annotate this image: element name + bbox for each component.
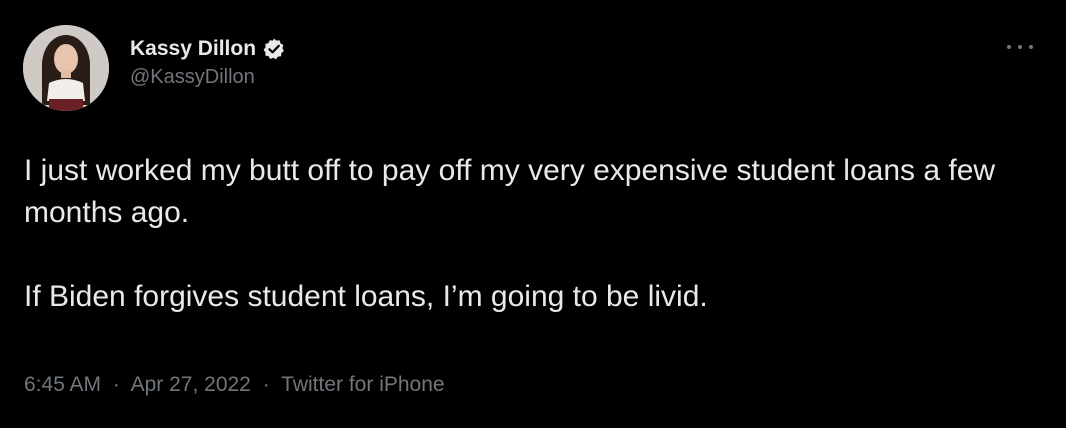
display-name[interactable]: Kassy Dillon: [130, 37, 256, 61]
tweet-paragraph: If Biden forgives student loans, I’m goi…: [24, 280, 708, 313]
tweet-paragraph: I just worked my butt off to pay off my …: [24, 154, 996, 229]
more-dot: [1007, 45, 1011, 49]
more-options-icon[interactable]: [1007, 40, 1033, 54]
more-dot: [1018, 45, 1022, 49]
separator: ·: [112, 373, 120, 396]
tweet-card: Kassy Dillon @KassyDillon I just worked …: [0, 0, 1066, 428]
verified-badge-icon: [262, 37, 286, 61]
avatar[interactable]: [23, 25, 109, 111]
tweet-date[interactable]: Apr 27, 2022: [131, 373, 251, 396]
tweet-text: I just worked my butt off to pay off my …: [24, 150, 1044, 318]
name-row: Kassy Dillon: [130, 36, 286, 62]
tweet-time[interactable]: 6:45 AM: [24, 373, 101, 396]
separator: ·: [262, 373, 270, 396]
tweet-source[interactable]: Twitter for iPhone: [281, 373, 444, 396]
tweet-metadata: 6:45 AM · Apr 27, 2022 · Twitter for iPh…: [24, 373, 445, 397]
handle[interactable]: @KassyDillon: [130, 66, 286, 89]
user-info: Kassy Dillon @KassyDillon: [130, 36, 286, 89]
more-dot: [1029, 45, 1033, 49]
